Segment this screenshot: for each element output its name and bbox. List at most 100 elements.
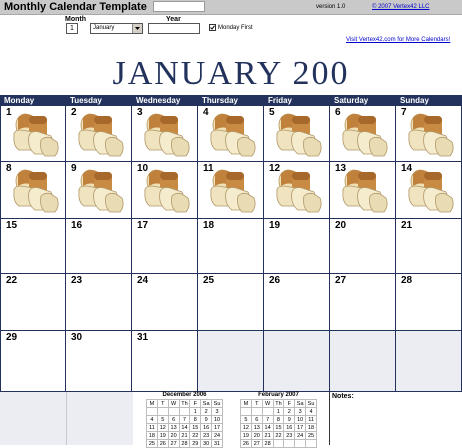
month-number-field[interactable]: 1 [66, 23, 78, 34]
day-cell[interactable]: 19 [264, 219, 330, 274]
mini-calendar-day: 1 [272, 407, 285, 416]
mini-calendar-day [240, 407, 252, 416]
mini-calendar-day: 6 [167, 415, 180, 424]
mini-calendar-header: Sa [294, 399, 307, 408]
mini-calendar-header: F [189, 399, 202, 408]
mini-calendar-day: 10 [294, 415, 307, 424]
title-input[interactable] [153, 1, 205, 12]
day-cell[interactable]: 20 [330, 219, 396, 274]
mini-calendar-day: 27 [167, 439, 180, 448]
mini-calendar-day [283, 439, 296, 448]
day-cell[interactable]: 17 [132, 219, 198, 274]
day-cell[interactable]: 16 [66, 219, 132, 274]
mini-calendar-header: F [283, 399, 296, 408]
mini-calendar-day: 25 [305, 431, 317, 440]
month-dropdown[interactable]: January [90, 23, 143, 34]
day-number: 29 [6, 332, 18, 343]
calendar-title: JANUARY 200 [112, 55, 350, 92]
mini-calendar-day: 11 [305, 415, 317, 424]
mini-calendar-day: 12 [156, 423, 169, 432]
day-cell[interactable]: 5 [264, 106, 330, 162]
day-cell[interactable]: 22 [0, 274, 66, 331]
mini-calendar-day: 13 [250, 423, 263, 432]
year-input[interactable] [148, 23, 200, 34]
day-cell[interactable]: 18 [198, 219, 264, 274]
monday-first-checkbox[interactable] [209, 24, 216, 31]
mini-calendar-day: 22 [272, 431, 285, 440]
mini-calendar-day: 27 [250, 439, 263, 448]
day-cell[interactable]: 24 [132, 274, 198, 331]
mini-calendar-day: 15 [189, 423, 202, 432]
day-cell[interactable]: 6 [330, 106, 396, 162]
day-cell[interactable]: 27 [330, 274, 396, 331]
mini-calendar-day: 24 [294, 431, 307, 440]
day-cell[interactable]: 30 [66, 331, 132, 392]
day-cell[interactable]: 31 [132, 331, 198, 392]
day-cell[interactable]: 9 [66, 162, 132, 219]
day-cell[interactable]: 11 [198, 162, 264, 219]
day-cell[interactable] [198, 331, 264, 392]
day-cell[interactable]: 3 [132, 106, 198, 162]
weekday-saturday: Saturday [334, 96, 369, 105]
notes-label: Notes: [332, 393, 354, 400]
bottom-section: Notes: December 2006 M T W Th F Sa Su 1 2 3 4 5 6 7 8 9 1… [0, 392, 462, 448]
day-cell[interactable]: 10 [132, 162, 198, 219]
monday-first-label: Monday First [218, 25, 253, 31]
copyright-link[interactable]: © 2007 Vertex42 LLC [372, 3, 429, 11]
bread-loaf-icon [76, 110, 126, 160]
mini-calendar-day: 26 [240, 439, 252, 448]
day-cell[interactable]: 7 [396, 106, 462, 162]
mini-calendar-day [250, 407, 263, 416]
mini-calendar-day: 22 [189, 431, 202, 440]
day-number: 16 [71, 220, 83, 231]
day-cell[interactable]: 14 [396, 162, 462, 219]
day-cell[interactable]: 12 [264, 162, 330, 219]
bread-loaf-icon [406, 166, 456, 216]
mini-calendar-day: 26 [156, 439, 169, 448]
day-cell[interactable]: 29 [0, 331, 66, 392]
day-cell[interactable]: 15 [0, 219, 66, 274]
day-number: 18 [203, 220, 215, 231]
bottom-empty-panel [0, 392, 67, 445]
mini-calendar-header: Sa [200, 399, 213, 408]
mini-calendar-header: W [261, 399, 274, 408]
bread-loaf-icon [142, 110, 192, 160]
day-cell[interactable]: 2 [66, 106, 132, 162]
weekday-wednesday: Wednesday [136, 96, 181, 105]
mini-calendar-header: T [250, 399, 263, 408]
day-number: 20 [335, 220, 347, 231]
day-number: 22 [6, 275, 18, 286]
day-cell[interactable]: 1 [0, 106, 66, 162]
bread-loaf-icon [11, 166, 61, 216]
bread-loaf-icon [208, 166, 258, 216]
chevron-down-icon[interactable] [132, 24, 142, 33]
day-cell[interactable] [396, 331, 462, 392]
bread-loaf-icon [142, 166, 192, 216]
bread-loaf-icon [76, 166, 126, 216]
day-cell[interactable] [264, 331, 330, 392]
day-cell[interactable]: 23 [66, 274, 132, 331]
weekday-monday: Monday [4, 96, 35, 105]
day-number: 26 [269, 275, 281, 286]
day-cell[interactable]: 28 [396, 274, 462, 331]
day-cell[interactable]: 13 [330, 162, 396, 219]
day-cell[interactable]: 25 [198, 274, 264, 331]
day-number: 30 [71, 332, 83, 343]
day-cell[interactable]: 8 [0, 162, 66, 219]
day-cell[interactable]: 4 [198, 106, 264, 162]
day-cell[interactable]: 26 [264, 274, 330, 331]
bread-loaf-icon [274, 110, 324, 160]
day-cell[interactable]: 21 [396, 219, 462, 274]
day-number: 24 [137, 275, 149, 286]
mini-calendar-header: M [146, 399, 158, 408]
day-cell[interactable] [330, 331, 396, 392]
mini-calendar-day: 7 [261, 415, 274, 424]
mini-calendar-day [146, 407, 158, 416]
more-calendars-link[interactable]: Visit Vertex42.com for More Calendars! [346, 36, 450, 44]
mini-calendar-day [178, 407, 191, 416]
bottom-empty-panel [67, 392, 133, 445]
mini-calendar-day: 15 [272, 423, 285, 432]
mini-calendar-header: T [156, 399, 169, 408]
calendar-grid: Monday Tuesday Wednesday Thursday Friday Satu… [0, 95, 462, 392]
mini-calendar-day: 2 [200, 407, 213, 416]
